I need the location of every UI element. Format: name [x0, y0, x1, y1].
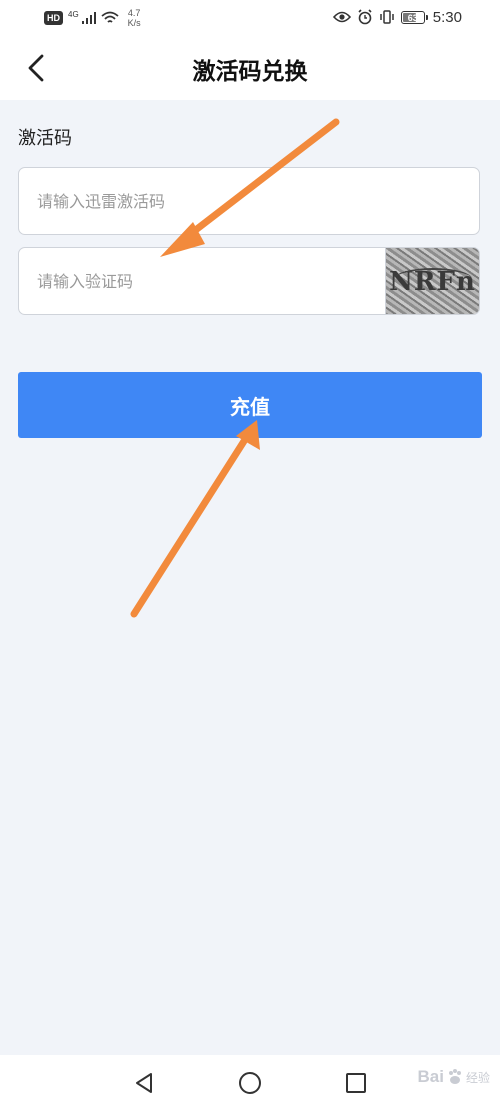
- arrow-to-button: [130, 420, 260, 618]
- captcha-image[interactable]: NRFn: [385, 248, 479, 314]
- watermark: Bai 经验: [418, 1067, 490, 1087]
- watermark-sub: 经验: [465, 1070, 490, 1085]
- paw-icon: [448, 1069, 461, 1084]
- status-left: HD 4G 4.7 K/s: [44, 8, 141, 28]
- activation-code-field: [18, 167, 480, 235]
- square-recent-icon: [346, 1073, 366, 1093]
- alarm-icon: [358, 9, 372, 25]
- page-title: 激活码兑换: [192, 58, 308, 85]
- captcha-field: NRFn: [18, 247, 480, 315]
- battery-icon: 63: [400, 10, 428, 24]
- nav-back-button[interactable]: [130, 1069, 158, 1097]
- circle-home-icon: [239, 1072, 261, 1094]
- hd-badge: HD: [44, 11, 63, 25]
- section-label: 激活码: [18, 128, 72, 149]
- network-speed: 4.7 K/s: [128, 8, 141, 28]
- vibrate-icon: [380, 10, 394, 24]
- signal-icon: [81, 12, 96, 24]
- status-time: 5:30: [432, 8, 462, 26]
- watermark-brand: Bai: [417, 1067, 444, 1086]
- nav-home-button[interactable]: [236, 1069, 264, 1097]
- triangle-back-icon: [136, 1073, 152, 1093]
- wifi-icon: [101, 11, 119, 23]
- recharge-button[interactable]: 充值: [18, 372, 482, 438]
- nav-recent-button[interactable]: [342, 1069, 370, 1097]
- activation-code-input[interactable]: [19, 168, 479, 234]
- speed-unit: K/s: [127, 18, 141, 28]
- captcha-input[interactable]: [19, 248, 389, 314]
- status-right: 63 5:30: [332, 6, 462, 28]
- battery-level: 63: [407, 12, 418, 23]
- system-nav-bar: Bai 经验: [0, 1055, 500, 1111]
- network-type: 4G: [68, 9, 79, 19]
- status-bar: HD 4G 4.7 K/s 63 5:30: [0, 0, 500, 36]
- eye-icon: [332, 11, 351, 23]
- header: 激活码兑换: [0, 36, 500, 100]
- speed-value: 4.7: [127, 8, 141, 18]
